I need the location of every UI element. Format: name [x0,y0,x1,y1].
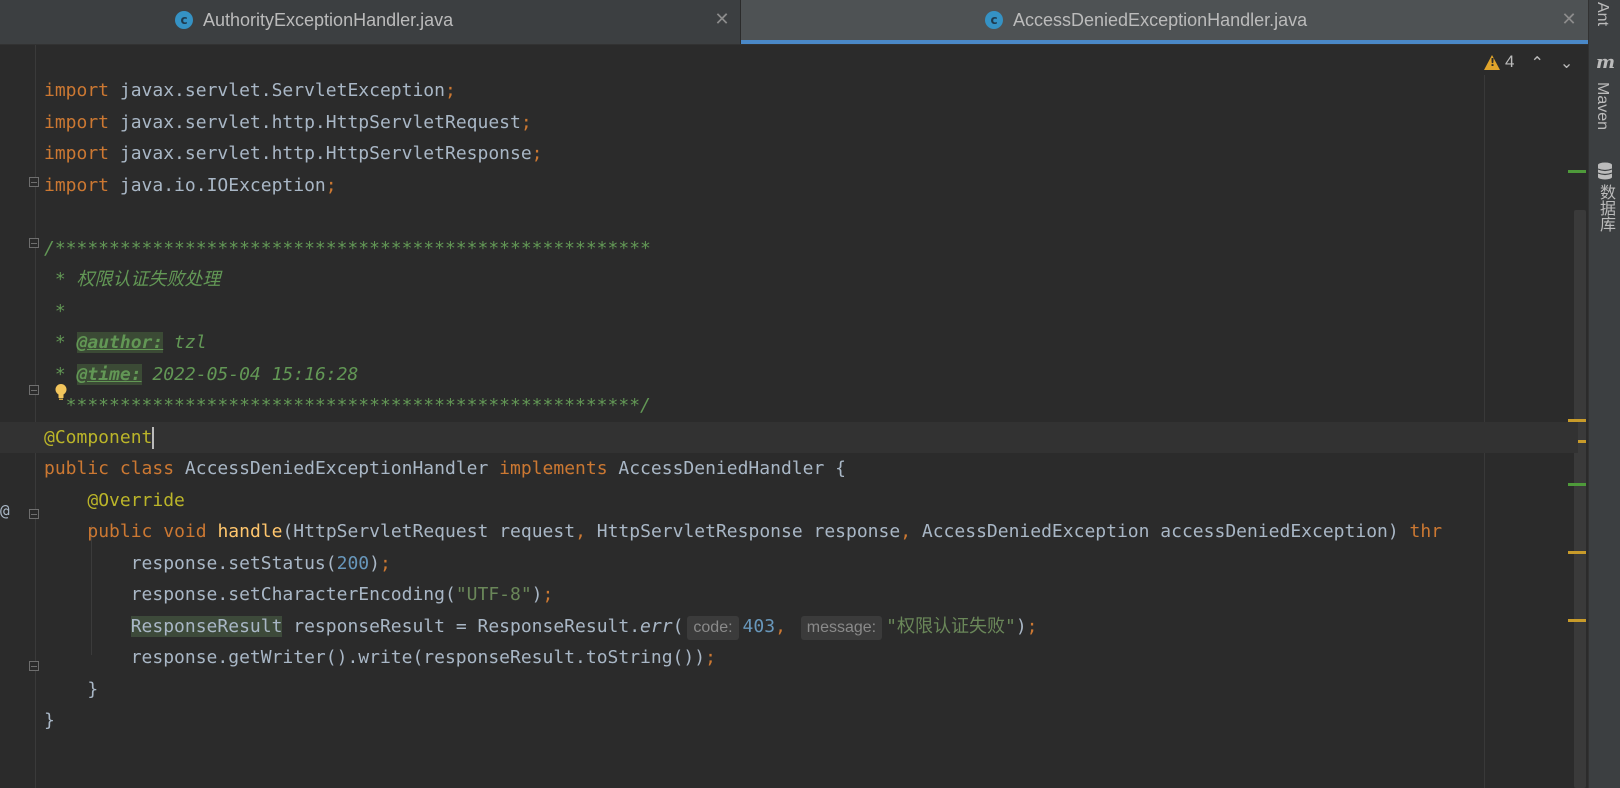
close-icon[interactable]: ✕ [1559,10,1579,30]
maven-icon: m [1596,52,1616,73]
warning-marker[interactable] [1568,619,1586,622]
fold-marker[interactable] [29,238,39,248]
current-line: @Component [0,421,1578,453]
change-marker[interactable] [1568,170,1586,173]
doc-comment-line: ****************************************… [44,395,651,416]
doc-comment-author: * @author: tzl [44,332,207,353]
code-line: } [87,678,99,700]
warning-marker[interactable] [1568,551,1586,554]
warning-count: 4 [1505,52,1515,71]
gutter-divider [35,45,36,788]
code-line: import javax.servlet.ServletException; [44,80,456,101]
code-line: response.getWriter().write(responseResul… [130,647,716,668]
class-declaration: public class AccessDeniedExceptionHandle… [44,458,846,479]
doc-comment-line: * [44,300,66,322]
editor-tab-bar: c AuthorityExceptionHandler.java ✕ c Acc… [0,0,1588,45]
tab-label: AuthorityExceptionHandler.java [203,9,454,30]
active-tab-underline [741,40,1588,44]
code-line: ResponseResult responseResult = Response… [44,611,1548,643]
database-icon [1597,162,1613,180]
previous-highlight-icon[interactable]: ⌃ [1530,53,1543,72]
database-tool-window[interactable]: 数据库 [1593,184,1617,232]
java-class-icon: c [985,11,1003,29]
parameter-hint: message: [800,615,883,640]
inspection-widget[interactable]: 4 ⌃ ⌄ [1484,52,1573,72]
method-declaration: public void handle(HttpServletRequest re… [87,521,1443,542]
text-caret [152,426,155,449]
change-marker[interactable] [1568,483,1586,486]
warning-icon [1484,54,1500,70]
parameter-hint: code: [687,615,739,640]
code-line: response.setCharacterEncoding("UTF-8"); [130,584,554,605]
code-line: response.setStatus(200); [130,552,391,574]
right-tool-window-strip: Ant m Maven 数据库 [1588,0,1620,788]
ant-tool-window[interactable]: Ant [1593,2,1611,26]
tab-authority-exception-handler[interactable]: c AuthorityExceptionHandler.java ✕ [0,0,740,44]
fold-marker[interactable] [29,385,39,395]
next-highlight-icon[interactable]: ⌄ [1560,53,1573,72]
doc-comment-line: /***************************************… [44,237,651,259]
close-icon[interactable]: ✕ [712,10,732,30]
code-line: import java.io.IOException; [44,174,337,196]
tab-access-denied-exception-handler[interactable]: c AccessDeniedExceptionHandler.java ✕ [741,0,1588,44]
code-editor[interactable]: 4 ⌃ ⌄ @ import javax.servlet.ServletExce… [0,45,1588,788]
code-line: } [44,710,55,731]
implements-method-icon[interactable]: @ [0,501,10,520]
doc-comment-time: * @time: 2022-05-04 15:16:28 [44,363,359,385]
fold-marker[interactable] [29,509,39,519]
maven-tool-window[interactable]: Maven [1593,82,1611,130]
code-line: import javax.servlet.http.HttpServletRes… [44,143,543,164]
fold-marker[interactable] [29,661,39,671]
java-class-icon: c [175,11,193,29]
tab-label: AccessDeniedExceptionHandler.java [1013,9,1308,30]
fold-marker[interactable] [29,177,39,187]
code-line: import javax.servlet.http.HttpServletReq… [44,111,532,133]
vertical-scrollbar[interactable] [1574,210,1586,788]
doc-comment-line: * 权限认证失败处理 [44,269,221,290]
code-content[interactable]: import javax.servlet.ServletException; i… [0,75,1578,737]
code-line: @Override [87,489,185,511]
